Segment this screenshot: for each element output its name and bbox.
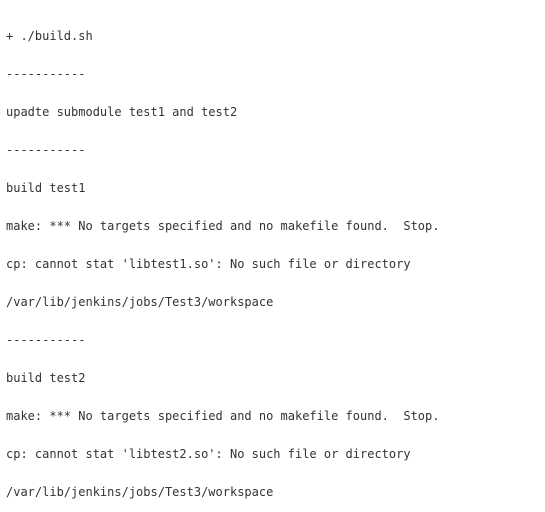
console-line: cp: cannot stat 'libtest2.so': No such f… bbox=[6, 445, 539, 464]
console-line: build test2 bbox=[6, 369, 539, 388]
console-line: build test1 bbox=[6, 179, 539, 198]
console-line: ----------- bbox=[6, 331, 539, 350]
console-line: upadte submodule test1 and test2 bbox=[6, 103, 539, 122]
console-line: cp: cannot stat 'libtest1.so': No such f… bbox=[6, 255, 539, 274]
console-output: + ./build.sh ----------- upadte submodul… bbox=[0, 0, 545, 512]
console-line: make: *** No targets specified and no ma… bbox=[6, 407, 539, 426]
console-line: /var/lib/jenkins/jobs/Test3/workspace bbox=[6, 483, 539, 502]
console-line: make: *** No targets specified and no ma… bbox=[6, 217, 539, 236]
console-line: /var/lib/jenkins/jobs/Test3/workspace bbox=[6, 293, 539, 312]
console-line: + ./build.sh bbox=[6, 27, 539, 46]
console-line: ----------- bbox=[6, 141, 539, 160]
console-line: ----------- bbox=[6, 65, 539, 84]
